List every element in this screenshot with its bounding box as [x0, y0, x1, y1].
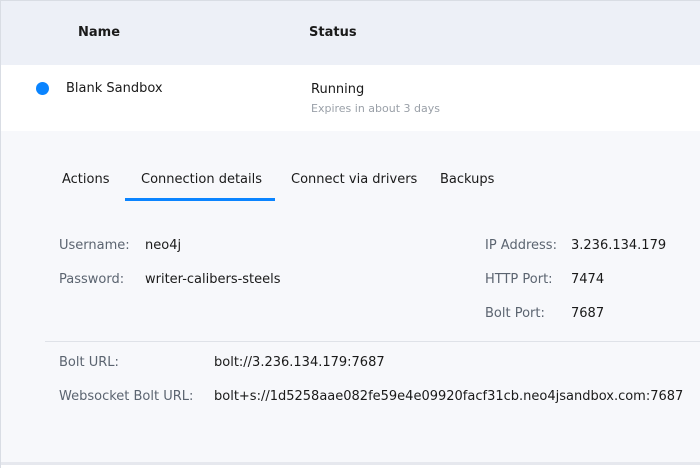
ip-address-label: IP Address:	[485, 238, 557, 253]
websocket-url-label: Websocket Bolt URL:	[59, 389, 194, 404]
table-header: Name Status	[1, 1, 700, 65]
tab-connect-via-drivers[interactable]: Connect via drivers	[291, 172, 417, 187]
active-tab-indicator	[125, 198, 275, 201]
column-header-status[interactable]: Status	[309, 25, 357, 40]
bolt-port-value: 7687	[571, 306, 605, 321]
username-value: neo4j	[145, 238, 182, 253]
sandbox-status: Running	[311, 82, 365, 97]
username-label: Username:	[59, 238, 130, 253]
bolt-url-label: Bolt URL:	[59, 355, 119, 370]
tab-actions[interactable]: Actions	[62, 172, 110, 187]
tab-backups[interactable]: Backups	[440, 172, 494, 187]
detail-panel: Actions Connection details Connect via d…	[1, 131, 700, 465]
bolt-url-value: bolt://3.236.134.179:7687	[214, 355, 385, 370]
tab-connection-details[interactable]: Connection details	[141, 172, 262, 187]
sandbox-expiry: Expires in about 3 days	[311, 102, 440, 115]
http-port-value: 7474	[571, 272, 605, 287]
table-row[interactable]: Blank Sandbox Running Expires in about 3…	[1, 65, 700, 131]
websocket-url-value: bolt+s://1d5258aae082fe59e4e09920facf31c…	[214, 389, 684, 404]
http-port-label: HTTP Port:	[485, 272, 553, 287]
ip-address-value: 3.236.134.179	[571, 238, 667, 253]
divider	[45, 341, 700, 342]
password-label: Password:	[59, 272, 125, 287]
sandbox-panel: Name Status Blank Sandbox Running Expire…	[0, 0, 700, 468]
sandbox-name[interactable]: Blank Sandbox	[66, 81, 163, 96]
status-dot-icon	[36, 82, 49, 95]
bolt-port-label: Bolt Port:	[485, 306, 545, 321]
password-value: writer-calibers-steels	[145, 272, 281, 287]
column-header-name[interactable]: Name	[78, 25, 120, 40]
